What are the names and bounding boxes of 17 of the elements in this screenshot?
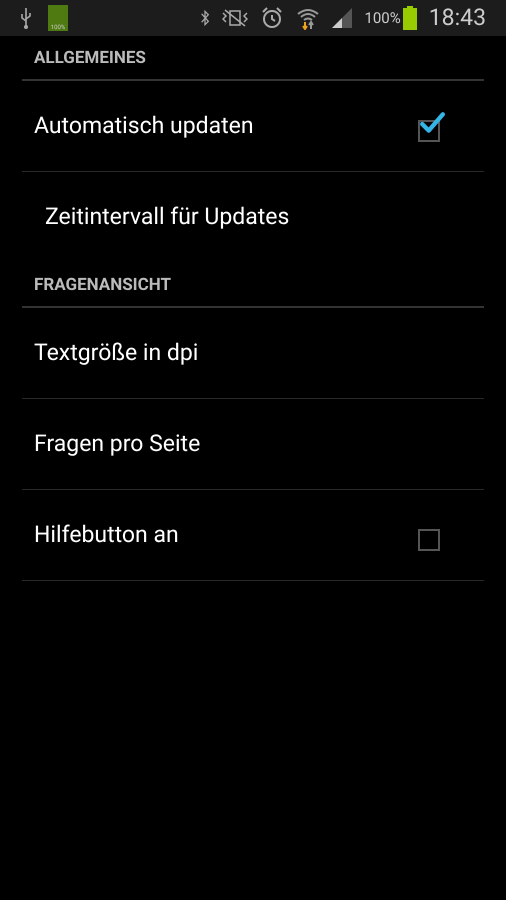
clock: 18:43 xyxy=(428,2,486,33)
section-header: ALLGEMEINES xyxy=(33,46,146,70)
battery-percent: 100% xyxy=(364,8,401,29)
bluetooth-icon xyxy=(200,8,210,28)
signal-icon xyxy=(332,8,352,28)
setting-label[interactable]: Textgröße in dpi xyxy=(22,336,198,370)
battery-icon xyxy=(402,6,417,30)
section-header: FRAGENANSICHT xyxy=(33,274,172,296)
wifi-icon xyxy=(296,6,320,30)
alarm-icon xyxy=(260,6,284,30)
usb-icon xyxy=(20,6,32,30)
setting-label[interactable]: Zeitintervall für Updates xyxy=(22,200,290,235)
setting-label[interactable]: Automatisch updaten xyxy=(22,108,254,144)
setting-label[interactable]: Fragen pro Seite xyxy=(22,426,200,462)
vibrate-icon xyxy=(222,8,248,28)
setting-label[interactable]: Hilfebutton an xyxy=(22,518,179,552)
checkbox[interactable] xyxy=(418,110,446,142)
